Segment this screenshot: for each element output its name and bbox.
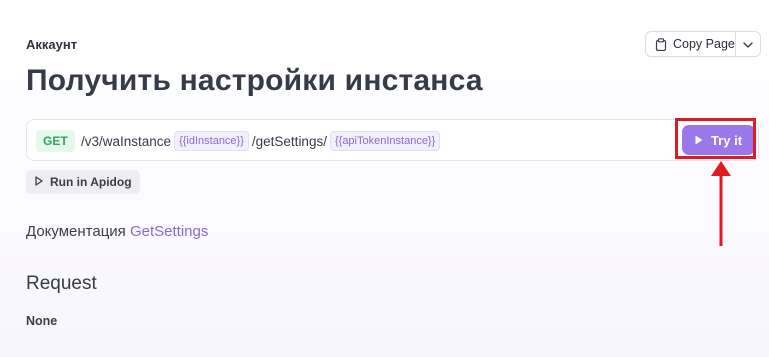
- documentation-line: Документация GetSettings: [26, 223, 208, 240]
- try-it-button[interactable]: Try it: [682, 125, 755, 155]
- run-in-apidog-label: Run in Apidog: [50, 175, 132, 189]
- request-body-none: None: [26, 314, 58, 328]
- clipboard-icon: [655, 37, 667, 51]
- annotation-arrow-icon: [711, 161, 731, 246]
- path-variable-api-token: {{apiTokenInstance}}: [329, 131, 441, 151]
- path-variable-id-instance: {{idInstance}}: [174, 131, 249, 151]
- method-badge: GET: [36, 130, 75, 152]
- path-segment: /getSettings/: [251, 133, 327, 149]
- copy-page-group: Copy Page: [645, 31, 761, 57]
- try-it-label: Try it: [710, 132, 743, 148]
- copy-page-label: Copy Page: [673, 37, 735, 51]
- play-icon: [695, 133, 703, 148]
- play-outline-icon: [35, 175, 43, 189]
- endpoint-bar: GET /v3/waInstance {{idInstance}} /getSe…: [26, 119, 759, 161]
- endpoint-path: /v3/waInstance {{idInstance}} /getSettin…: [81, 130, 443, 152]
- request-heading: Request: [26, 273, 97, 294]
- breadcrumb[interactable]: Аккаунт: [26, 37, 77, 52]
- path-segment: /v3/waInstance: [81, 133, 172, 149]
- page-title: Получить настройки инстанса: [26, 64, 483, 97]
- documentation-link[interactable]: GetSettings: [130, 223, 208, 240]
- chevron-down-icon: [743, 35, 753, 53]
- run-in-apidog-button[interactable]: Run in Apidog: [26, 170, 140, 194]
- documentation-prefix: Документация: [26, 223, 126, 240]
- copy-page-button[interactable]: Copy Page: [646, 32, 735, 56]
- copy-page-dropdown[interactable]: [735, 32, 760, 56]
